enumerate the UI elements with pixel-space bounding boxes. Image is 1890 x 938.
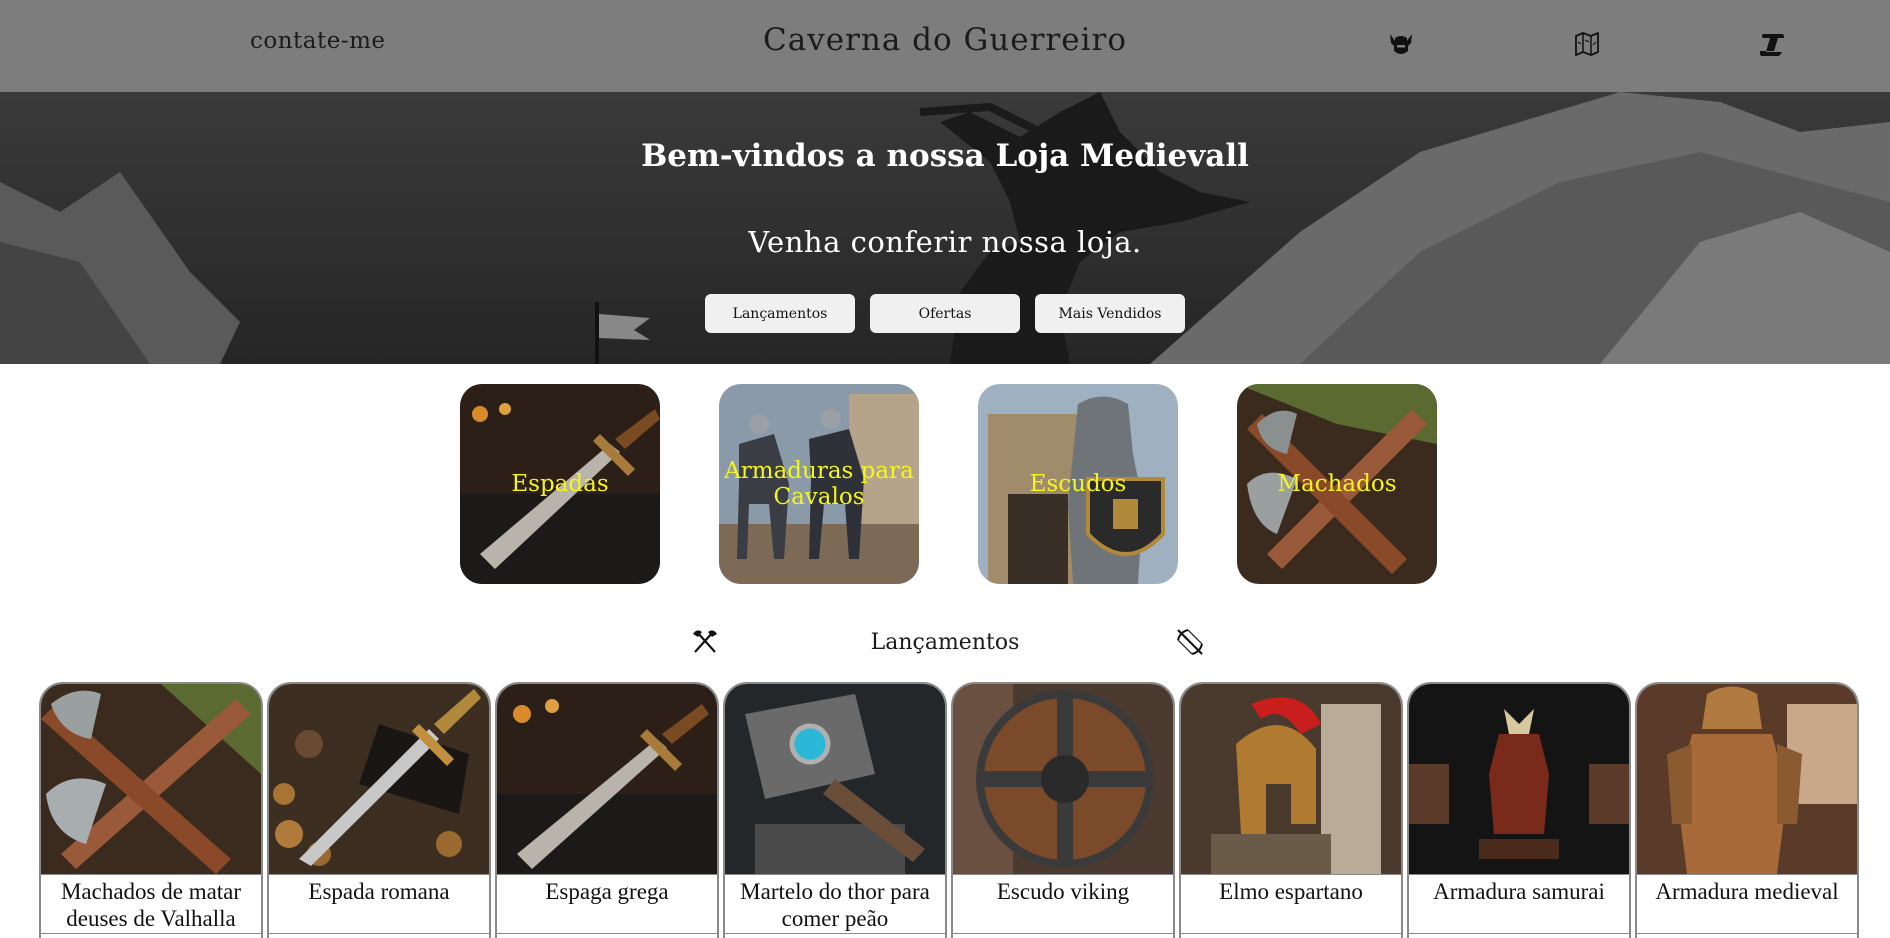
category-shields[interactable]: Escudos <box>978 384 1178 584</box>
product-name: Escudo viking <box>953 874 1173 934</box>
category-label: Machados <box>1277 471 1397 497</box>
product-image <box>269 684 489 874</box>
releases-button[interactable]: Lançamentos <box>705 294 855 333</box>
product-image <box>725 684 945 874</box>
product-card[interactable]: Armadura samurai <box>1407 682 1631 938</box>
product-image <box>1637 684 1857 874</box>
crossbow-icon <box>1177 629 1203 655</box>
product-card[interactable]: Armadura medieval <box>1635 682 1859 938</box>
product-name: Armadura medieval <box>1637 874 1857 934</box>
product-card[interactable]: Martelo do thor para comer peão <box>723 682 947 938</box>
product-card[interactable]: Machados de matar deuses de Valhalla <box>39 682 263 938</box>
product-image <box>41 684 261 874</box>
product-card[interactable]: Escudo viking <box>951 682 1175 938</box>
releases-product-list: Machados de matar deuses de Valhalla Esp… <box>39 682 1859 938</box>
category-axes[interactable]: Machados <box>1237 384 1437 584</box>
category-swords[interactable]: Espadas <box>460 384 660 584</box>
offers-button[interactable]: Ofertas <box>870 294 1020 333</box>
hero-button-group: Lançamentos Ofertas Mais Vendidos <box>0 294 1890 333</box>
category-label: Escudos <box>1029 471 1127 497</box>
product-name: Espaga grega <box>497 874 717 934</box>
product-image <box>953 684 1173 874</box>
site-title[interactable]: Caverna do Guerreiro <box>763 22 1127 58</box>
contact-link[interactable]: contate-me <box>250 28 386 54</box>
map-icon[interactable] <box>1571 28 1603 60</box>
category-horse-armor[interactable]: Armaduras para Cavalos <box>719 384 919 584</box>
product-name: Armadura samurai <box>1409 874 1629 934</box>
product-image <box>1181 684 1401 874</box>
viking-helmet-icon[interactable] <box>1385 28 1417 60</box>
hero-banner: Bem-vindos a nossa Loja Medievall Venha … <box>0 92 1890 364</box>
product-image <box>1409 684 1629 874</box>
releases-title: Lançamentos <box>870 630 1020 655</box>
hero-subheading: Venha conferir nossa loja. <box>748 225 1142 259</box>
hero-heading: Bem-vindos a nossa Loja Medievall <box>641 138 1249 174</box>
releases-section-header: Lançamentos <box>0 626 1890 660</box>
product-card[interactable]: Espaga grega <box>495 682 719 938</box>
product-name: Espada romana <box>269 874 489 934</box>
product-name: Martelo do thor para comer peão <box>725 874 945 934</box>
best-sellers-button[interactable]: Mais Vendidos <box>1035 294 1185 333</box>
category-grid: Espadas Armaduras para Cavalos Escudos M… <box>0 384 1890 584</box>
product-card[interactable]: Espada romana <box>267 682 491 938</box>
product-name: Machados de matar deuses de Valhalla <box>41 874 261 934</box>
category-label: Espadas <box>511 471 609 497</box>
product-name: Elmo espartano <box>1181 874 1401 934</box>
scroll-icon[interactable] <box>1756 28 1788 60</box>
top-header: contate-me Caverna do Guerreiro <box>0 0 1890 92</box>
product-image <box>497 684 717 874</box>
product-card[interactable]: Elmo espartano <box>1179 682 1403 938</box>
category-label: Armaduras para Cavalos <box>724 458 914 510</box>
